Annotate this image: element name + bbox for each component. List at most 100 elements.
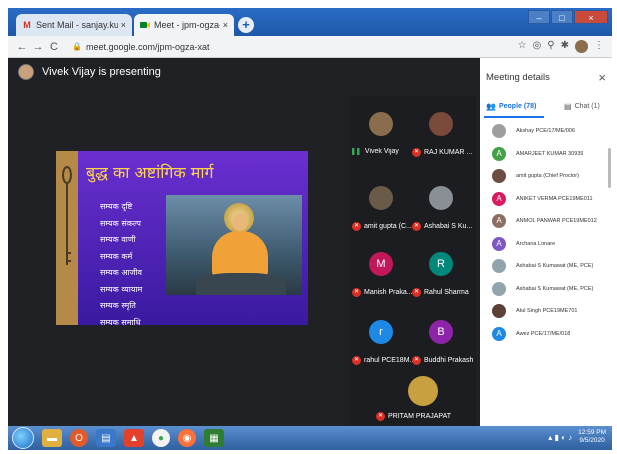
presenting-text: Vivek Vijay is presenting [42, 66, 161, 78]
mic-off-icon: ✕ [376, 412, 385, 421]
presenter-avatar [18, 64, 34, 80]
firefox-icon[interactable]: ◉ [178, 429, 196, 447]
tab-gmail[interactable]: M Sent Mail - sanjay.kumawat21@... × [16, 14, 132, 36]
participant-tile-large[interactable]: ✕ PRITAM PRAJAPAT [370, 376, 472, 428]
participant-avatar [492, 304, 506, 319]
participant-name: amit gupta (C... [364, 223, 412, 230]
start-button[interactable] [12, 427, 34, 449]
list-item[interactable]: Akshay PCE/17/ME/006 [480, 120, 612, 143]
participant-tile[interactable]: R ✕ Rahul Sharma [412, 248, 470, 304]
participant-tile[interactable]: M ✕ Manish Praka... [352, 248, 413, 304]
list-item[interactable]: Ashabai S Kumawat (ME, PCE) [480, 255, 612, 278]
participant-name: Rahul Sharma [424, 289, 469, 296]
url-field[interactable]: 🔒 meet.google.com/jpm-ogza-xat [72, 42, 210, 52]
close-icon[interactable]: × [598, 70, 606, 85]
tab-chat[interactable]: ▤ Chat (1) [564, 102, 600, 111]
tab-people[interactable]: 👥 People (78) [486, 102, 536, 111]
close-icon[interactable]: × [223, 20, 228, 30]
forward-button[interactable]: → [30, 41, 46, 53]
slide-list-item: सम्यक वाणी [100, 235, 136, 244]
tab-label: Sent Mail - sanjay.kumawat21@... [36, 20, 118, 30]
menu-icon[interactable]: ⋮ [594, 40, 604, 53]
presentation-slide: बुद्ध का अष्टांगिक मार्ग सम्यक दृष्टि सम… [56, 151, 308, 325]
participant-avatar: A [492, 214, 506, 229]
list-item[interactable]: A Archana Lonare [480, 233, 612, 256]
participant-name: ANMOL PANWAR PCE19ME012 [516, 218, 597, 225]
list-item[interactable]: A Awez PCE/17/ME/018 [480, 323, 612, 346]
people-icon: 👥 [486, 102, 496, 111]
minimize-button[interactable]: – [528, 10, 550, 24]
chat-icon: ▤ [564, 102, 572, 111]
chrome-icon[interactable]: ● [152, 429, 170, 447]
reload-button[interactable]: C [46, 41, 62, 53]
new-tab-button[interactable]: + [238, 17, 254, 33]
close-icon[interactable]: × [121, 20, 126, 30]
participant-name: amit gupta (Chief Proctor) [516, 173, 579, 180]
participant-tile[interactable]: r ✕ rahul PCE18M... [352, 316, 415, 372]
slide-list-item: सम्यक व्यायाम [100, 284, 143, 294]
list-item[interactable]: Atul Singh PCE19ME701 [480, 300, 612, 323]
participant-tile[interactable]: ✕ RAJ KUMAR ... [412, 108, 473, 164]
maximize-button[interactable]: □ [551, 10, 573, 24]
spreadsheet-icon[interactable]: ▦ [204, 429, 224, 447]
participant-avatar: A [492, 146, 506, 161]
participant-list: Akshay PCE/17/ME/006 A AMARJEET KUMAR 309… [480, 120, 612, 345]
url-text: meet.google.com/jpm-ogza-xat [85, 41, 210, 52]
clock-time: 12:59 PM [578, 429, 606, 436]
back-button[interactable]: ← [14, 41, 30, 53]
clock[interactable]: 12:59 PM 9/5/2020 [578, 429, 606, 445]
slide-list-item: सम्यक संकल्प [100, 218, 141, 228]
slide-list-item: सम्यक स्मृति [100, 301, 136, 310]
mic-off-icon: ✕ [352, 222, 361, 231]
scrollbar[interactable] [608, 148, 611, 188]
list-item[interactable]: A ANMOL PANWAR PCE19ME012 [480, 210, 612, 233]
extension-icon[interactable]: ◎ [533, 40, 542, 53]
address-bar: ← → C 🔒 meet.google.com/jpm-ogza-xat ☆ ◎… [8, 36, 612, 58]
star-icon[interactable]: ☆ [518, 40, 527, 53]
participant-avatar [429, 186, 453, 210]
presenter-banner: Vivek Vijay is presenting [18, 64, 161, 80]
profile-avatar[interactable] [575, 40, 588, 53]
participant-avatar [492, 259, 506, 274]
list-item[interactable]: Ashabai S Kumawat (ME, PCE) [480, 278, 612, 301]
participant-tile[interactable]: ✕ Ashabai S Ku... [412, 182, 472, 238]
participant-avatar: r [369, 320, 393, 344]
participant-avatar [429, 112, 453, 136]
participant-tile[interactable]: B ✕ Buddhi Prakash [412, 316, 473, 372]
slide-list: सम्यक दृष्टि सम्यक संकल्प सम्यक वाणी सम्… [100, 199, 142, 325]
list-item[interactable]: A ANIKET VERMA PCE19ME011 [480, 188, 612, 211]
panel-title: Meeting details [486, 72, 550, 83]
clock-date: 9/5/2020 [579, 437, 605, 444]
participant-avatar: A [492, 191, 506, 206]
participant-name: Ashabai S Kumawat (ME, PCE) [516, 285, 594, 292]
participant-name: RAJ KUMAR ... [424, 149, 473, 156]
participant-name: Archana Lonare [516, 240, 556, 247]
participant-tile[interactable]: ▌▌ Vivek Vijay [352, 108, 410, 164]
window-close-button[interactable]: × [574, 10, 608, 24]
tray-icons[interactable]: ▴ ▮ ◐ ♪ [548, 433, 572, 442]
browser-titlebar: M Sent Mail - sanjay.kumawat21@... × Mee… [8, 8, 612, 36]
document-icon[interactable]: ▤ [96, 429, 116, 447]
meeting-details-panel: Meeting details × 👥 People (78) ▤ Chat (… [480, 58, 612, 426]
pin-icon[interactable]: ⚲ [547, 40, 554, 53]
list-item[interactable]: A AMARJEET KUMAR 30939 [480, 143, 612, 166]
participant-avatar: R [429, 252, 453, 276]
participant-avatar [369, 112, 393, 136]
participant-name: AMARJEET KUMAR 30939 [516, 150, 584, 157]
pdf-icon[interactable]: ▲ [124, 429, 144, 447]
participant-avatar [408, 376, 438, 406]
slide-list-item: सम्यक आजीव [100, 268, 142, 277]
slide-list-item: सम्यक समाधि [100, 317, 141, 326]
participant-tile[interactable]: ✕ amit gupta (C... [352, 182, 412, 238]
participant-name: Awez PCE/17/ME/018 [516, 330, 571, 337]
list-item[interactable]: amit gupta (Chief Proctor) [480, 165, 612, 188]
folder-icon[interactable]: ▬ [42, 429, 62, 447]
puzzle-icon[interactable]: ✱ [561, 40, 569, 53]
speaking-icon: ▌▌ [352, 148, 362, 155]
participant-avatar [369, 186, 393, 210]
slide-title: बुद्ध का अष्टांगिक मार्ग [86, 163, 214, 182]
opera-icon[interactable]: O [70, 429, 88, 447]
participant-avatar [492, 169, 506, 184]
tab-meet[interactable]: Meet - jpm-ogza-xat × [134, 14, 234, 36]
window-controls: – □ × [528, 10, 608, 24]
